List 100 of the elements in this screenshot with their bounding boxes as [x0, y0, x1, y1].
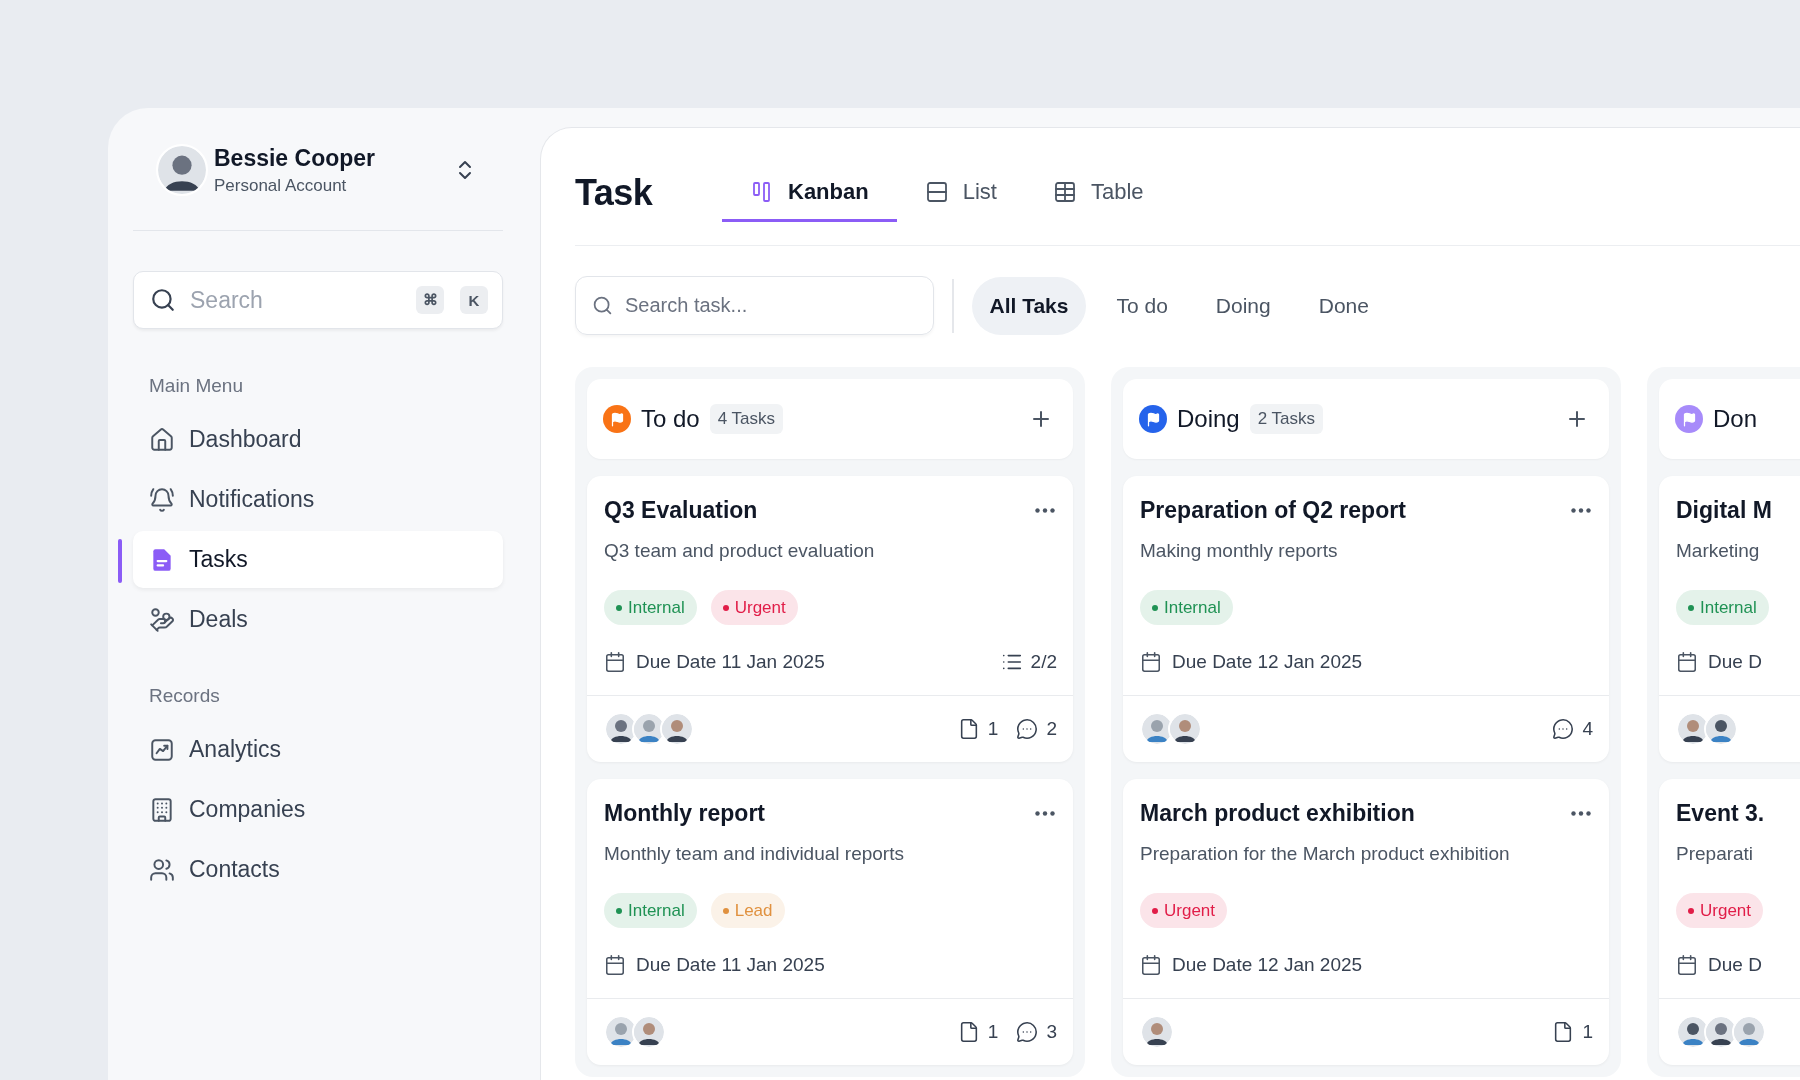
more-icon — [1571, 811, 1591, 816]
more-icon — [1035, 811, 1055, 816]
calendar-icon — [604, 954, 626, 976]
more-button[interactable] — [1569, 506, 1593, 515]
filter-tab[interactable]: All Taks — [971, 276, 1087, 335]
tag: Internal — [1676, 590, 1769, 625]
due-date: Due Date 11 Jan 2025 — [636, 651, 825, 673]
card-description: Monthly team and individual reports — [604, 843, 905, 865]
card-description: Q3 team and product evaluation — [604, 540, 876, 562]
attachment-count: 1 — [987, 718, 999, 740]
section-title: Records — [149, 685, 221, 707]
view-tab[interactable]: Table — [1024, 164, 1172, 222]
calendar-icon — [1140, 954, 1162, 976]
home-icon — [149, 426, 175, 453]
nav-item[interactable]: Analytics — [133, 721, 503, 778]
nav-item[interactable]: Deals — [133, 591, 503, 648]
card-description: Marketing — [1676, 540, 1761, 562]
profile-name: Bessie Cooper — [214, 144, 377, 172]
due-date: Due Date 12 Jan 2025 — [1172, 954, 1363, 976]
view-tab[interactable]: List — [896, 164, 1025, 222]
card-title: Preparation of Q2 report — [1140, 497, 1406, 524]
avatar — [1704, 712, 1738, 746]
nav-item[interactable]: Companies — [133, 781, 503, 838]
rows-icon — [924, 179, 949, 204]
users-icon — [149, 856, 175, 883]
nav-item[interactable]: Notifications — [133, 471, 503, 528]
avatar — [156, 144, 208, 196]
due-date: Due D — [1708, 651, 1762, 673]
active-indicator — [118, 539, 122, 583]
avatar — [660, 712, 694, 746]
more-button[interactable] — [1569, 809, 1593, 818]
task-card[interactable]: Digital M Marketing Internal Due D — [1659, 476, 1800, 762]
tag: Urgent — [1676, 893, 1764, 928]
task-card[interactable]: March product exhibition Preparation for the March product exhibition Urgent Due Date 12 Jan 2025 1 — [1123, 779, 1609, 1065]
calendar-icon — [604, 651, 626, 673]
tag: Urgent — [710, 590, 798, 625]
section-title: Main Menu — [149, 375, 244, 397]
card-title: Digital M — [1676, 497, 1772, 524]
shortcut-key: K — [460, 286, 488, 314]
nav-item[interactable]: Contacts — [133, 841, 503, 898]
subtask-count: 2/2 — [1030, 651, 1057, 673]
task-card[interactable]: Preparation of Q2 report Making monthly reports Internal Due Date 12 Jan 2025 4 — [1123, 476, 1609, 762]
column-title: To do — [641, 405, 700, 433]
task-card[interactable]: Q3 Evaluation Q3 team and product evaluation Internal Urgent Due Date 11 Jan 2025 2/2 1 2 — [587, 476, 1073, 762]
account-type: Personal Account — [214, 175, 348, 196]
calendar-icon — [1140, 651, 1162, 673]
card-description: Making monthly reports — [1140, 540, 1339, 562]
shortcut-key: ⌘ — [416, 286, 444, 314]
avatar — [632, 1015, 666, 1049]
task-search-box[interactable]: Search task... — [575, 276, 934, 335]
more-button[interactable] — [1033, 506, 1057, 515]
avatar — [1732, 1015, 1766, 1049]
comment-icon — [1016, 718, 1039, 740]
task-count: 2 Tasks — [1249, 404, 1324, 434]
task-count: 4 Tasks — [709, 404, 784, 434]
tag: Internal — [604, 893, 697, 928]
task-card[interactable]: Monthly report Monthly team and individual reports Internal Lead Due Date 11 Jan 2025 1 3 — [587, 779, 1073, 1065]
card-description: Preparati — [1676, 843, 1755, 865]
building-icon — [149, 796, 175, 823]
comment-icon — [1552, 718, 1575, 740]
due-date: Due Date 12 Jan 2025 — [1172, 651, 1363, 673]
column-title: Doing — [1177, 405, 1240, 433]
filter-tab[interactable]: Done — [1300, 276, 1387, 335]
tag: Urgent — [1140, 893, 1228, 928]
card-description: Preparation for the March product exhibition — [1140, 843, 1511, 865]
avatar — [1168, 712, 1202, 746]
bell-icon — [149, 486, 175, 513]
search-field[interactable]: Search — [188, 285, 400, 315]
tag: Lead — [710, 893, 785, 928]
comment-count: 4 — [1582, 718, 1593, 740]
task-card[interactable]: Event 3. Preparati Urgent Due D — [1659, 779, 1800, 1065]
filter-tab[interactable]: To do — [1098, 276, 1186, 335]
more-button[interactable] — [1033, 809, 1057, 818]
attachment-count: 1 — [1582, 1021, 1593, 1043]
more-icon — [1571, 508, 1591, 513]
column-title: Don — [1713, 405, 1758, 433]
search-icon — [592, 295, 613, 316]
avatar — [1140, 1015, 1174, 1049]
comment-icon — [1016, 1021, 1039, 1043]
view-tab[interactable]: Kanban — [722, 164, 897, 222]
card-title: Q3 Evaluation — [604, 497, 758, 524]
chart-icon — [149, 736, 175, 763]
tag: Internal — [604, 590, 697, 625]
calendar-icon — [1676, 954, 1698, 976]
comment-count: 3 — [1046, 1021, 1057, 1043]
attachment-count: 1 — [987, 1021, 999, 1043]
calendar-icon — [1676, 651, 1698, 673]
card-title: Event 3. — [1676, 800, 1765, 827]
due-date: Due D — [1708, 954, 1762, 976]
more-icon — [1035, 508, 1055, 513]
comment-count: 2 — [1046, 718, 1057, 740]
due-date: Due Date 11 Jan 2025 — [636, 954, 825, 976]
card-title: Monthly report — [604, 800, 765, 827]
page-title: Task — [575, 170, 654, 214]
nav-item[interactable]: Dashboard — [133, 411, 503, 468]
filter-tab[interactable]: Doing — [1197, 276, 1289, 335]
tag: Internal — [1140, 590, 1233, 625]
table-icon — [1052, 179, 1077, 204]
card-title: March product exhibition — [1140, 800, 1415, 827]
search-box[interactable]: Search ⌘ K — [133, 271, 503, 329]
